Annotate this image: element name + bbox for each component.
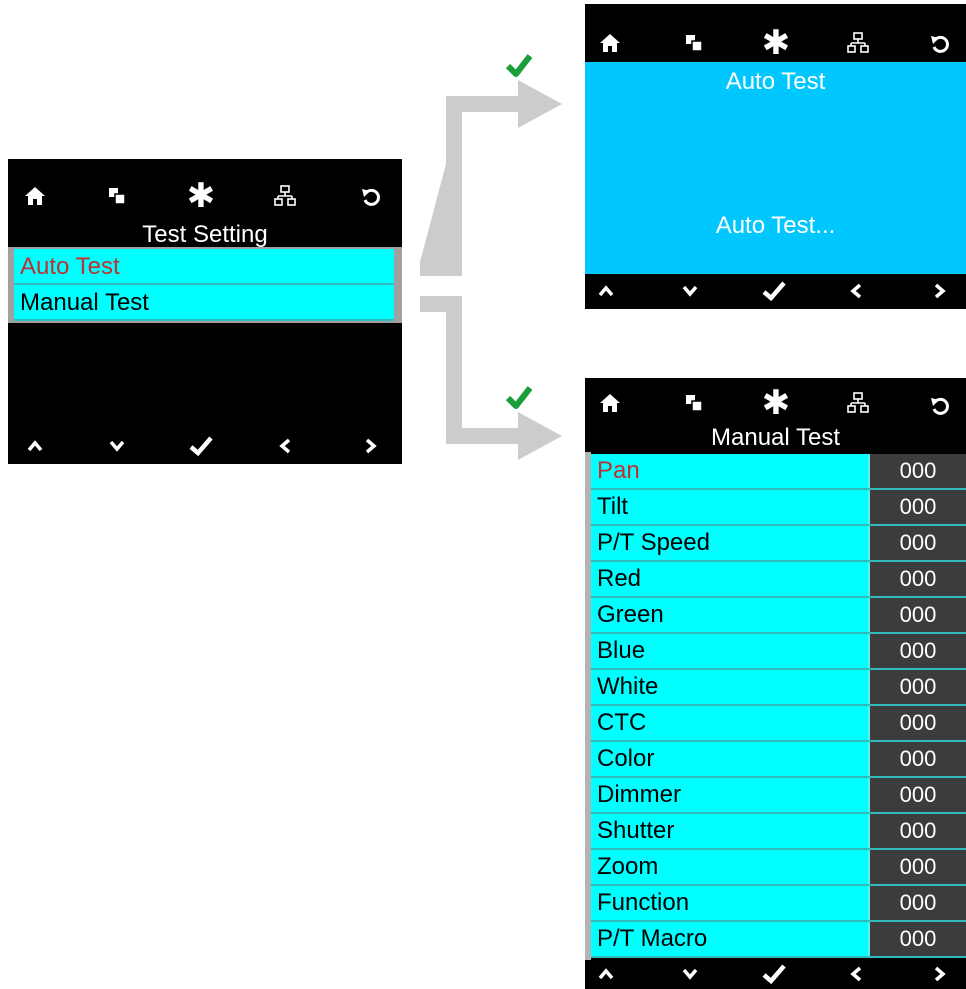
channel-label: Dimmer [597,781,681,808]
channel-value[interactable]: 000 [868,454,966,488]
layers-icon[interactable] [679,28,709,58]
asterisk-icon[interactable]: ✱ [761,26,791,60]
check-icon [506,54,532,77]
undo-icon[interactable] [356,181,386,211]
channel-label: Blue [597,637,646,664]
channel-value[interactable]: 000 [868,562,966,596]
channel-value[interactable]: 000 [868,742,966,776]
up-icon[interactable] [591,959,621,989]
top-toolbar: ✱ [8,159,402,219]
channel-row[interactable]: P/T Speed 000 [591,526,966,562]
right-icon[interactable] [925,959,955,989]
channel-label: Tilt [597,493,629,520]
check-icon [506,386,532,409]
left-icon[interactable] [270,428,300,464]
channel-label: Shutter [597,817,675,844]
home-icon[interactable] [595,28,625,58]
channel-label: CTC [597,709,647,736]
channel-row[interactable]: CTC 000 [591,706,966,742]
page-title: Manual Test [711,424,840,451]
channel-row[interactable]: Red 000 [591,562,966,598]
channel-value[interactable]: 000 [868,526,966,560]
channel-value[interactable]: 000 [868,634,966,668]
left-icon[interactable] [841,273,871,309]
undo-icon[interactable] [925,28,955,58]
auto-test-screen: ✱ Auto Test Auto Test... [585,4,966,309]
channel-label: P/T Macro [597,925,708,952]
channel-label: Green [597,601,664,628]
channel-row[interactable]: P/T Macro 000 [591,922,966,958]
home-icon[interactable] [20,181,50,211]
undo-icon[interactable] [925,390,955,420]
confirm-icon[interactable] [759,959,789,989]
channel-label: Color [597,745,655,772]
menu-list: Auto Test Manual Test [14,249,394,321]
channel-value[interactable]: 000 [868,850,966,884]
channel-value[interactable]: 000 [868,490,966,524]
network-icon[interactable] [270,181,300,211]
right-icon[interactable] [925,273,955,309]
top-toolbar: ✱ [585,4,966,64]
auto-test-panel: Auto Test Auto Test... [585,62,966,274]
channel-value[interactable]: 000 [868,706,966,740]
status-message: Auto Test... [715,212,836,239]
channel-value[interactable]: 000 [868,670,966,704]
channel-row[interactable]: Color 000 [591,742,966,778]
channel-row[interactable]: Green 000 [591,598,966,634]
page-title: Auto Test [725,68,826,95]
channel-label: Function [597,889,690,916]
channel-row[interactable]: Blue 000 [591,634,966,670]
bottom-toolbar [8,428,402,464]
channel-value[interactable]: 000 [868,886,966,920]
channel-label: Red [597,565,642,592]
channel-value[interactable]: 000 [868,922,966,956]
channel-label: Pan [597,457,640,484]
confirm-icon[interactable] [186,428,216,464]
manual-test-screen: ✱ Manual Test Pan 000 Tilt 000 P/T Speed 000 R… [585,378,966,989]
up-icon[interactable] [591,273,621,309]
bottom-toolbar [585,273,966,309]
channel-label: P/T Speed [597,529,710,556]
test-setting-screen: ✱ Test Setting Auto Test Manual Test [8,159,402,464]
up-icon[interactable] [20,428,50,464]
menu-item-auto-test[interactable]: Auto Test [14,249,394,285]
channel-row[interactable]: Pan 000 [591,454,966,490]
channel-list: Pan 000 Tilt 000 P/T Speed 000 Red 000 Green 000 B… [591,454,966,958]
channel-row[interactable]: Shutter 000 [591,814,966,850]
down-icon[interactable] [675,959,705,989]
page-title: Test Setting [142,221,268,248]
down-icon[interactable] [102,428,132,464]
down-icon[interactable] [675,273,705,309]
menu-item-manual-test[interactable]: Manual Test [14,285,394,321]
bottom-toolbar [585,959,966,989]
channel-label: White [597,673,659,700]
channel-value[interactable]: 000 [868,598,966,632]
network-icon[interactable] [843,388,873,418]
channel-row[interactable]: White 000 [591,670,966,706]
asterisk-icon[interactable]: ✱ [761,386,791,420]
right-icon[interactable] [356,428,386,464]
confirm-icon[interactable] [759,273,789,309]
channel-value[interactable]: 000 [868,814,966,848]
asterisk-icon[interactable]: ✱ [186,179,216,213]
channel-row[interactable]: Zoom 000 [591,850,966,886]
network-icon[interactable] [843,28,873,58]
channel-row[interactable]: Function 000 [591,886,966,922]
left-icon[interactable] [841,959,871,989]
home-icon[interactable] [595,388,625,418]
channel-label: Zoom [597,853,659,880]
layers-icon[interactable] [102,181,132,211]
channel-value[interactable]: 000 [868,778,966,812]
layers-icon[interactable] [679,388,709,418]
channel-row[interactable]: Tilt 000 [591,490,966,526]
channel-row[interactable]: Dimmer 000 [591,778,966,814]
